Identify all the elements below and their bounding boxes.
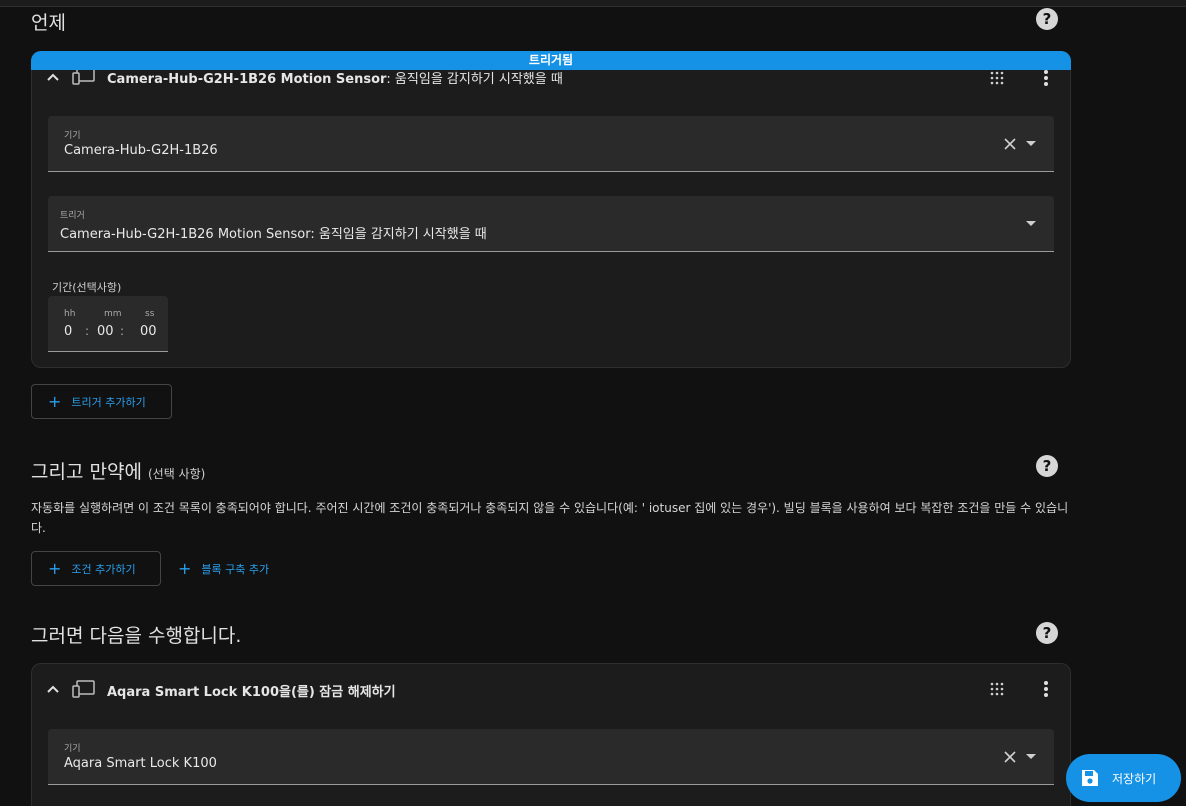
separator: : bbox=[120, 324, 125, 338]
field-value: Camera-Hub-G2H-1B26 bbox=[64, 143, 218, 158]
hours-input[interactable]: 0 bbox=[64, 324, 72, 339]
drag-handle-icon[interactable] bbox=[990, 682, 1004, 696]
action-card: Aqara Smart Lock K100을(를) 잠금 해제하기 기기 Aqa… bbox=[31, 663, 1071, 806]
field-label: 기기 bbox=[64, 131, 81, 141]
clear-icon[interactable] bbox=[1004, 751, 1016, 763]
triggered-banner: 트리거됨 bbox=[31, 51, 1071, 70]
device-select-field[interactable]: 기기 Camera-Hub-G2H-1B26 bbox=[48, 116, 1054, 172]
save-label: 저장하기 bbox=[1112, 771, 1157, 786]
section-title-and-if: 그리고 만약에 (선택 사항) bbox=[31, 461, 206, 483]
field-label: 기기 bbox=[64, 744, 81, 754]
add-condition-label: 조건 추가하기 bbox=[71, 562, 136, 576]
dropdown-arrow-icon[interactable] bbox=[1026, 141, 1036, 146]
section-title-then-do: 그러면 다음을 수행합니다. bbox=[31, 625, 242, 647]
mm-label: mm bbox=[104, 309, 122, 319]
help-icon[interactable]: ? bbox=[1036, 455, 1058, 477]
plus-icon: + bbox=[48, 558, 62, 578]
add-building-block-label: 블록 구축 추가 bbox=[201, 562, 270, 576]
clear-icon[interactable] bbox=[1004, 138, 1016, 150]
more-vert-icon[interactable] bbox=[1040, 680, 1052, 698]
separator: : bbox=[85, 324, 90, 338]
trigger-card-title: Camera-Hub-G2H-1B26 Motion Sensor: 움직임을 … bbox=[107, 72, 563, 87]
action-card-header[interactable]: Aqara Smart Lock K100을(를) 잠금 해제하기 bbox=[32, 664, 1070, 712]
device-icon bbox=[72, 680, 95, 698]
save-button[interactable]: 저장하기 bbox=[1066, 754, 1181, 802]
trigger-select-field[interactable]: 트리거 Camera-Hub-G2H-1B26 Motion Sensor: 움… bbox=[48, 196, 1054, 252]
top-bar-edge bbox=[0, 0, 1186, 7]
chevron-up-icon[interactable] bbox=[46, 682, 60, 696]
section-title-when: 언제 bbox=[31, 12, 66, 34]
chevron-up-icon[interactable] bbox=[46, 70, 60, 84]
dropdown-arrow-icon[interactable] bbox=[1026, 221, 1036, 226]
seconds-input[interactable]: 00 bbox=[140, 324, 157, 339]
conditions-description: 자동화를 실행하려면 이 조건 목록이 충족되어야 합니다. 주어진 시간에 조… bbox=[31, 501, 1069, 535]
add-trigger-label: 트리거 추가하기 bbox=[71, 395, 146, 409]
add-building-block-button[interactable]: + 블록 구축 추가 bbox=[178, 551, 269, 586]
field-value: Camera-Hub-G2H-1B26 Motion Sensor: 움직임을 … bbox=[60, 227, 487, 242]
floppy-disk-icon bbox=[1082, 770, 1098, 786]
action-card-title: Aqara Smart Lock K100을(를) 잠금 해제하기 bbox=[107, 685, 396, 700]
hh-label: hh bbox=[64, 309, 76, 319]
duration-input[interactable]: hh mm ss 0 : 00 : 00 bbox=[48, 296, 168, 352]
trigger-card: Camera-Hub-G2H-1B26 Motion Sensor: 움직임을 … bbox=[31, 51, 1071, 368]
optional-subtitle: (선택 사항) bbox=[147, 467, 206, 481]
add-trigger-button[interactable]: + 트리거 추가하기 bbox=[31, 384, 172, 419]
minutes-input[interactable]: 00 bbox=[97, 324, 114, 339]
dropdown-arrow-icon[interactable] bbox=[1026, 754, 1036, 759]
help-icon[interactable]: ? bbox=[1036, 8, 1058, 30]
more-vert-icon[interactable] bbox=[1040, 69, 1052, 87]
drag-handle-icon[interactable] bbox=[990, 71, 1004, 85]
add-condition-button[interactable]: + 조건 추가하기 bbox=[31, 551, 161, 586]
field-value: Aqara Smart Lock K100 bbox=[64, 756, 217, 771]
help-icon[interactable]: ? bbox=[1036, 622, 1058, 644]
ss-label: ss bbox=[145, 309, 155, 319]
device-select-field[interactable]: 기기 Aqara Smart Lock K100 bbox=[48, 729, 1054, 785]
plus-icon: + bbox=[48, 391, 62, 411]
plus-icon: + bbox=[178, 558, 192, 578]
field-label: 트리거 bbox=[60, 211, 85, 221]
duration-label: 기간(선택사항) bbox=[52, 281, 122, 294]
